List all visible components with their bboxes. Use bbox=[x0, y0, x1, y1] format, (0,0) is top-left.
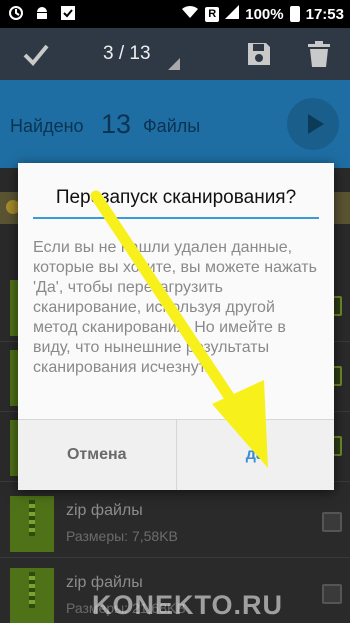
system-status: R 100% 17:53 bbox=[181, 5, 344, 23]
dialog-buttons: Отмена да bbox=[18, 419, 334, 490]
sim-badge: R bbox=[205, 6, 220, 22]
notification-icons bbox=[8, 5, 76, 21]
found-unit: Файлы bbox=[143, 116, 201, 136]
list-item[interactable]: zip файлы Размеры: 7,58KB bbox=[0, 488, 350, 558]
clock: 17:53 bbox=[305, 5, 344, 23]
dropdown-corner-icon[interactable] bbox=[168, 58, 180, 70]
item-size: Размеры: 7,58KB bbox=[66, 528, 178, 544]
zip-file-icon bbox=[10, 568, 54, 623]
item-checkbox[interactable] bbox=[322, 512, 342, 532]
app-toolbar: 3 / 13 bbox=[0, 28, 350, 80]
selection-counter: 3 / 13 bbox=[103, 43, 151, 64]
save-icon[interactable] bbox=[245, 40, 273, 68]
sync-icon bbox=[8, 5, 24, 21]
found-count: 13 bbox=[101, 109, 132, 139]
delete-icon[interactable] bbox=[306, 40, 332, 68]
play-button[interactable] bbox=[287, 98, 339, 150]
check-icon[interactable] bbox=[22, 40, 50, 68]
battery-icon bbox=[289, 6, 300, 22]
rescan-dialog: Перезапуск сканирования? Если вы не нашл… bbox=[18, 163, 334, 490]
cancel-button[interactable]: Отмена bbox=[18, 420, 177, 490]
item-name: zip файлы bbox=[66, 502, 143, 519]
signal-icon bbox=[225, 5, 240, 23]
download-icon bbox=[60, 5, 76, 21]
watermark: KONEKTO.RU bbox=[92, 590, 284, 620]
found-banner: Найдено 13 Файлы bbox=[0, 80, 350, 168]
item-checkbox[interactable] bbox=[322, 584, 342, 604]
dialog-message: Если вы не нашли удален данные, которые … bbox=[33, 239, 317, 376]
android-icon bbox=[34, 5, 50, 21]
dialog-title: Перезапуск сканирования? bbox=[55, 187, 297, 208]
yes-button[interactable]: да bbox=[176, 420, 334, 490]
battery-percent: 100% bbox=[245, 5, 284, 23]
status-bar: R 100% 17:53 bbox=[0, 0, 350, 28]
found-label: Найдено bbox=[10, 116, 84, 136]
dialog-divider bbox=[33, 217, 319, 219]
zip-file-icon bbox=[10, 496, 54, 552]
wifi-icon bbox=[181, 5, 199, 23]
